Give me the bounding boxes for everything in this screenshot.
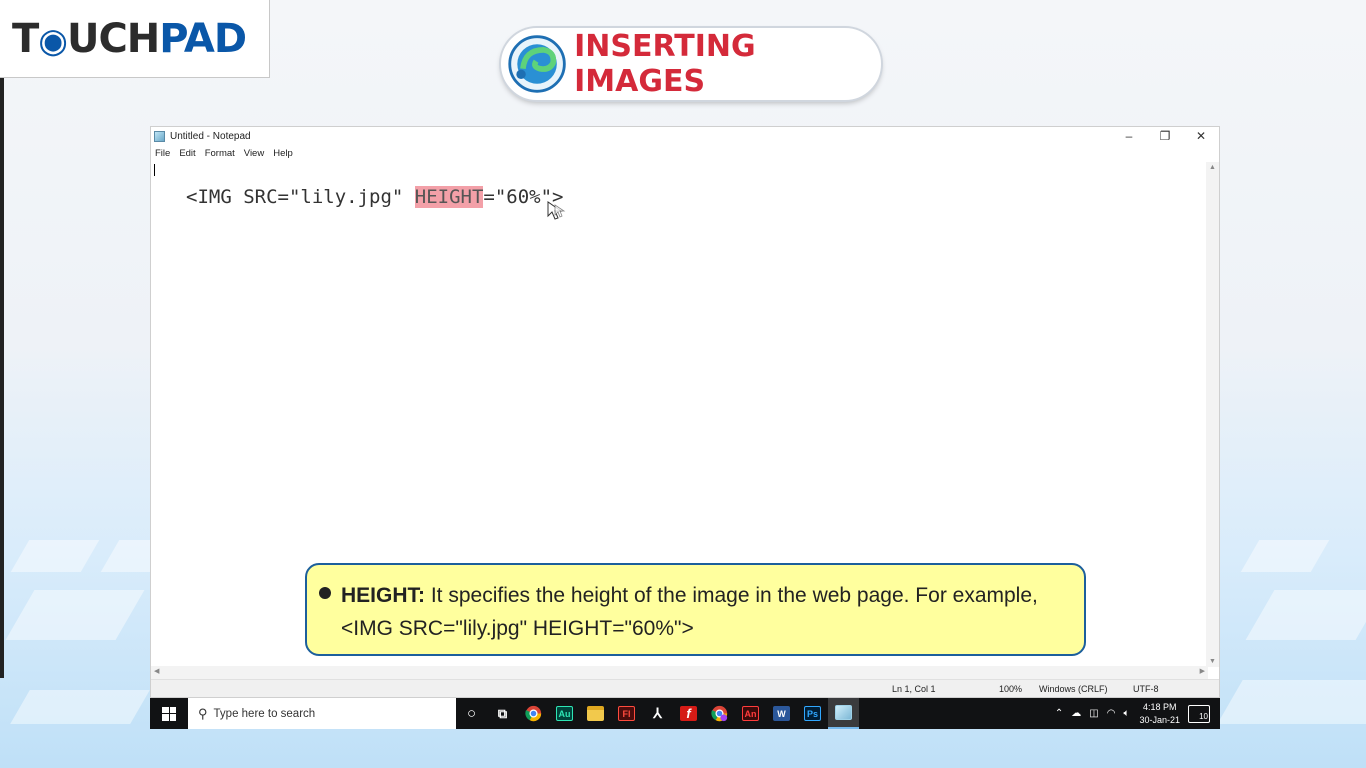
minimize-button[interactable]: – (1111, 127, 1147, 145)
left-divider (0, 78, 4, 678)
notification-count: 10 (1199, 711, 1208, 721)
action-center-icon[interactable]: 10 (1188, 704, 1210, 723)
fireworks-icon[interactable]: Fl (611, 698, 642, 729)
lesson-title: INSERTING IMAGES (574, 29, 756, 99)
text-caret (154, 164, 155, 176)
scroll-right-icon[interactable]: ▶ (1200, 667, 1205, 675)
horizontal-scrollbar[interactable]: ◀ ▶ (151, 666, 1208, 679)
show-hidden-icons-icon[interactable]: ⌃ (1055, 708, 1063, 719)
vertical-scrollbar[interactable]: ▲ ▼ (1206, 162, 1219, 667)
menu-format[interactable]: Format (205, 148, 235, 159)
bullet-icon (319, 587, 331, 599)
menu-view[interactable]: View (244, 148, 264, 159)
menu-bar: File Edit Format View Help (151, 145, 1219, 162)
notepad-icon (154, 130, 165, 142)
wifi-icon[interactable]: ◠ (1107, 708, 1116, 719)
audition-icon[interactable]: Au (549, 698, 580, 729)
scroll-up-icon[interactable]: ▲ (1209, 164, 1216, 171)
selected-text: HEIGHT (414, 186, 484, 208)
windows-logo-icon (162, 706, 176, 721)
notepad-taskbar-icon[interactable] (828, 698, 859, 729)
callout-term: HEIGHT: (341, 584, 425, 607)
touchpad-logo: T◉UCHPAD (0, 0, 270, 78)
zoom-level: 100% (999, 684, 1023, 694)
onedrive-icon[interactable]: ☁ (1071, 708, 1081, 719)
notepad-titlebar[interactable]: Untitled - Notepad – ❐ ✕ (151, 127, 1219, 145)
task-view-icon[interactable]: ⧉ (487, 698, 518, 729)
system-tray: ⌃ ☁ ◫ ◠ 🔈︎ 4:18 PM 30-Jan-21 10 (1051, 698, 1220, 729)
clock-time: 4:18 PM (1142, 701, 1177, 712)
code-before: <IMG SRC="lily.jpg" (186, 186, 415, 208)
lesson-title-banner: INSERTING IMAGES (501, 28, 881, 100)
word-icon[interactable]: W (766, 698, 797, 729)
encoding: UTF-8 (1133, 684, 1159, 694)
scroll-left-icon[interactable]: ◀ (154, 667, 159, 675)
clock[interactable]: 4:18 PM 30-Jan-21 (1139, 701, 1180, 727)
cursor-position: Ln 1, Col 1 (892, 684, 936, 694)
menu-edit[interactable]: Edit (179, 148, 195, 159)
clock-date: 30-Jan-21 (1139, 714, 1180, 725)
callout-text: It specifies the height of the image in … (425, 584, 1038, 607)
taskbar-search-box[interactable]: ⚲ Type here to search (188, 698, 456, 729)
definition-callout: HEIGHT: It specifies the height of the i… (305, 563, 1086, 656)
search-icon: ⚲ (198, 705, 208, 721)
volume-icon[interactable]: 🔈︎ (1123, 708, 1129, 719)
chrome-profile-icon[interactable] (704, 698, 735, 729)
callout-example: <IMG SRC="lily.jpg" HEIGHT="60%"> (341, 617, 694, 640)
code-line: <IMG SRC="lily.jpg" HEIGHT="60%"> (186, 186, 564, 208)
cortana-icon[interactable]: ○ (456, 698, 487, 729)
acrobat-icon[interactable]: ⅄ (642, 698, 673, 729)
start-button[interactable] (150, 698, 188, 729)
search-placeholder: Type here to search (213, 707, 316, 720)
restore-button[interactable]: ❐ (1147, 127, 1183, 145)
file-explorer-icon[interactable] (580, 698, 611, 729)
window-title: Untitled - Notepad (170, 130, 251, 142)
windows-taskbar: ⚲ Type here to search ○ ⧉ Au Fl ⅄ f An W… (150, 698, 1220, 729)
close-button[interactable]: ✕ (1183, 127, 1219, 145)
menu-help[interactable]: Help (273, 148, 293, 159)
photoshop-icon[interactable]: Ps (797, 698, 828, 729)
animate-icon[interactable]: An (735, 698, 766, 729)
line-ending: Windows (CRLF) (1039, 684, 1108, 694)
network-icon[interactable]: ◫ (1089, 708, 1098, 719)
flash-icon[interactable]: f (673, 698, 704, 729)
menu-file[interactable]: File (155, 148, 170, 159)
edge-browser-icon (508, 35, 566, 93)
scroll-down-icon[interactable]: ▼ (1209, 658, 1216, 665)
chrome-icon[interactable] (518, 698, 549, 729)
status-bar: Ln 1, Col 1 100% Windows (CRLF) UTF-8 (151, 679, 1219, 697)
mouse-pointer-icon (547, 201, 566, 220)
